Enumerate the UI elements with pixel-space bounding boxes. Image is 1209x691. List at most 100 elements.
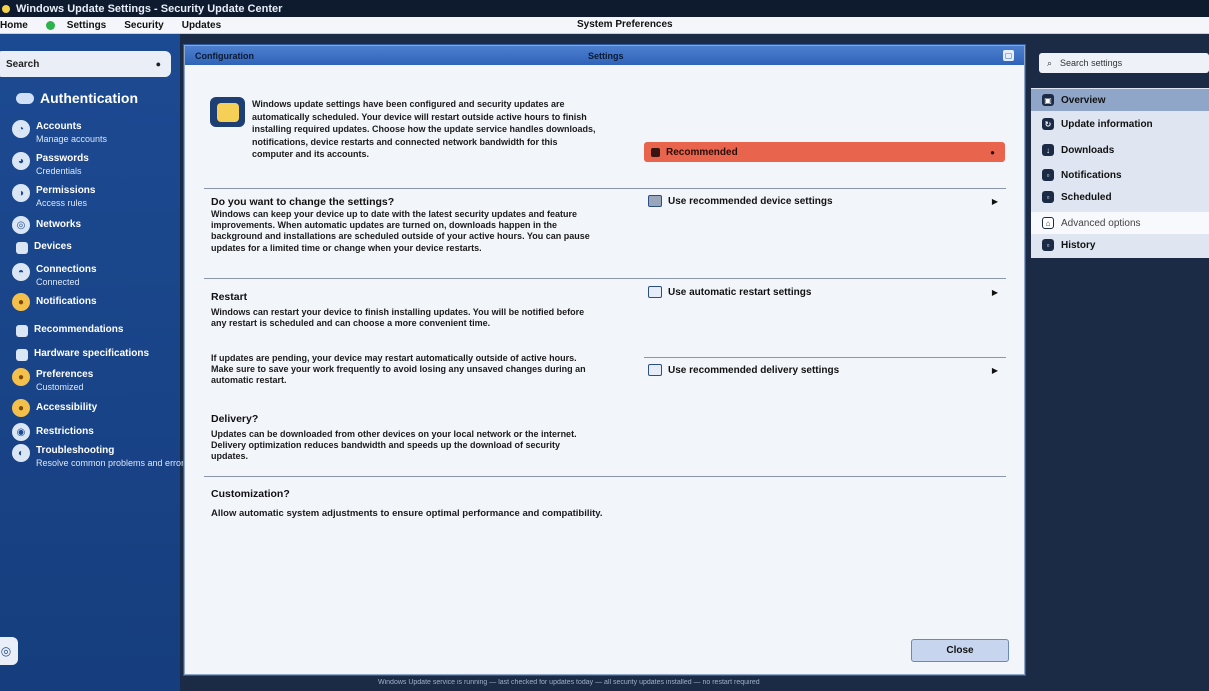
sidebar-item-sub: Manage accounts — [36, 134, 108, 144]
section-title-settings: Do you want to change the settings? — [211, 196, 395, 208]
sidebar-item-label: Hardware specifications — [34, 348, 150, 359]
wrench-icon: ◐ — [12, 444, 30, 462]
section-title-restart: Restart — [211, 291, 248, 303]
dialog-title: Settings — [588, 50, 624, 61]
chevron-down-icon: ● — [990, 147, 995, 157]
accessibility-icon: ● — [12, 399, 30, 417]
sidebar-item-troubleshooting[interactable]: ◐ Troubleshooting Resolve common problems… — [12, 444, 189, 470]
divider — [204, 476, 1006, 477]
sidebar-item-sub: Access rules — [36, 198, 88, 208]
sidebar-item-label: Accessibility — [36, 402, 98, 413]
sidebar-item-label: Recommendations — [34, 324, 124, 335]
dialog-title-left: Configuration — [195, 50, 254, 61]
nav-item-advanced-options[interactable]: ⌂ Advanced options — [1031, 212, 1209, 234]
sidebar-item-label: Networks — [36, 219, 82, 230]
sidebar-item-restrictions[interactable]: ◉ Restrictions — [12, 423, 94, 441]
sidebar-title: Authentication — [16, 90, 138, 106]
menu-item-home[interactable]: Home — [0, 20, 28, 31]
menu-item-security[interactable]: Security — [124, 20, 163, 31]
network-icon: ◎ — [12, 216, 30, 234]
sidebar-item-preferences[interactable]: ● Preferences Customized — [12, 368, 93, 394]
section-text-restart-b: If updates are pending, your device may … — [211, 353, 586, 386]
nav-item-downloads[interactable]: ↓ Downloads — [1031, 139, 1209, 161]
sidebar-item-label: Devices — [34, 241, 72, 252]
close-icon[interactable]: ▢ — [1003, 50, 1014, 61]
option-recommended-settings[interactable]: Use recommended device settings ▶ — [648, 195, 998, 207]
nav-item-update-information[interactable]: ↻ Update information — [1031, 113, 1209, 135]
menu-item-updates[interactable]: Updates — [182, 20, 221, 31]
sidebar-item-connections[interactable]: ◓ Connections Connected — [12, 263, 97, 289]
star-icon — [16, 325, 28, 337]
download-icon: ↓ — [1042, 144, 1054, 156]
sidebar-item-hardware[interactable]: Hardware specifications — [12, 347, 149, 361]
nav-item-label: Update information — [1061, 118, 1153, 130]
status-online-icon — [45, 20, 55, 30]
sidebar-item-networks[interactable]: ◎ Networks — [12, 216, 81, 234]
window-title: Windows Update Settings - Security Updat… — [16, 2, 283, 15]
nav-item-scheduled[interactable]: ▫ Scheduled — [1031, 186, 1209, 208]
nav-item-label: Overview — [1061, 94, 1106, 106]
sidebar-item-accessibility[interactable]: ● Accessibility — [12, 399, 97, 417]
cloud-icon — [16, 92, 34, 104]
menu-item-settings[interactable]: Settings — [67, 20, 106, 31]
bell-icon: ▫ — [1042, 169, 1054, 181]
nav-item-notifications[interactable]: ▫ Notifications — [1031, 164, 1209, 186]
sliders-icon: ● — [12, 368, 30, 386]
checkbox[interactable] — [648, 195, 662, 207]
history-icon: ▫ — [1042, 239, 1054, 251]
sidebar-item-label: Restrictions — [36, 426, 94, 437]
device-icon — [16, 242, 28, 254]
clock-icon: ▫ — [1042, 191, 1054, 203]
sidebar-item-label: Accounts — [36, 121, 82, 132]
sidebar-item-notifications[interactable]: ● Notifications — [12, 293, 97, 311]
sidebar-item-sub: Credentials — [36, 166, 82, 176]
sidebar-item-passwords[interactable]: ◕ Passwords Credentials — [12, 152, 89, 178]
link-icon: ◓ — [12, 263, 30, 281]
nav-item-history[interactable]: ▫ History — [1031, 234, 1209, 256]
sidebar-item-label: Passwords — [36, 153, 89, 164]
sidebar-item-label: Permissions — [36, 185, 96, 196]
section-text-delivery: Updates can be downloaded from other dev… — [211, 429, 577, 462]
status-footer: Windows Update service is running — last… — [378, 679, 760, 686]
section-title-customization: Customization? — [211, 488, 290, 500]
section-title-delivery: Delivery? — [211, 413, 259, 425]
lock-icon: ◉ — [12, 423, 30, 441]
settings-dialog: Configuration Settings ▢ Windows update … — [184, 45, 1025, 675]
checkbox[interactable] — [648, 364, 662, 376]
sidebar-search[interactable]: Search ● — [0, 51, 171, 77]
sidebar-item-permissions[interactable]: ◑ Permissions Access rules — [12, 184, 95, 210]
chevron-down-icon: ● — [155, 59, 161, 69]
option-delivery-settings[interactable]: Use recommended delivery settings ▶ — [648, 364, 998, 376]
sidebar-item-recommendations[interactable]: Recommendations — [12, 323, 123, 337]
settings-search-input[interactable]: ⌕ Search settings — [1039, 53, 1209, 73]
sidebar-item-devices[interactable]: Devices — [12, 240, 72, 254]
recommended-dropdown[interactable]: Recommended ● — [644, 142, 1005, 162]
chevron-right-icon: ▶ — [991, 287, 998, 297]
sidebar-item-accounts[interactable]: ◔ Accounts Manage accounts — [12, 120, 107, 146]
recommended-dropdown-label: Recommended — [666, 146, 738, 158]
sidebar-item-sub: Resolve common problems and errors — [36, 458, 189, 468]
shield-icon: ◑ — [12, 184, 30, 202]
sidebar-title-text: Authentication — [40, 90, 138, 106]
sidebar: Search ● Authentication ◔ Accounts Manage… — [0, 34, 189, 691]
search-icon: ⌕ — [1047, 57, 1053, 68]
nav-item-label: History — [1061, 239, 1096, 251]
menu-bar: Home Settings Security Updates System Pr… — [0, 17, 1209, 34]
nav-item-overview[interactable]: ▣ Overview — [1031, 89, 1209, 111]
divider — [204, 188, 1006, 189]
sidebar-item-sub: Customized — [36, 382, 84, 392]
checkbox[interactable] — [648, 286, 662, 298]
option-restart-settings[interactable]: Use automatic restart settings ▶ — [648, 286, 998, 298]
option-label: Use automatic restart settings — [668, 286, 812, 298]
help-icon[interactable]: ◎ — [0, 637, 18, 665]
warning-icon — [651, 147, 660, 157]
divider — [204, 278, 1006, 279]
grid-icon: ▣ — [1042, 94, 1054, 106]
close-button[interactable]: Close — [911, 639, 1009, 662]
sidebar-item-label: Preferences — [36, 369, 94, 380]
section-text-customization: Allow automatic system adjustments to en… — [211, 508, 603, 519]
intro-text: Windows update settings have been config… — [252, 99, 596, 160]
section-text-settings: Windows can keep your device up to date … — [211, 209, 590, 253]
menubar-center-title: System Preferences — [577, 19, 673, 30]
option-label: Use recommended delivery settings — [668, 364, 840, 376]
